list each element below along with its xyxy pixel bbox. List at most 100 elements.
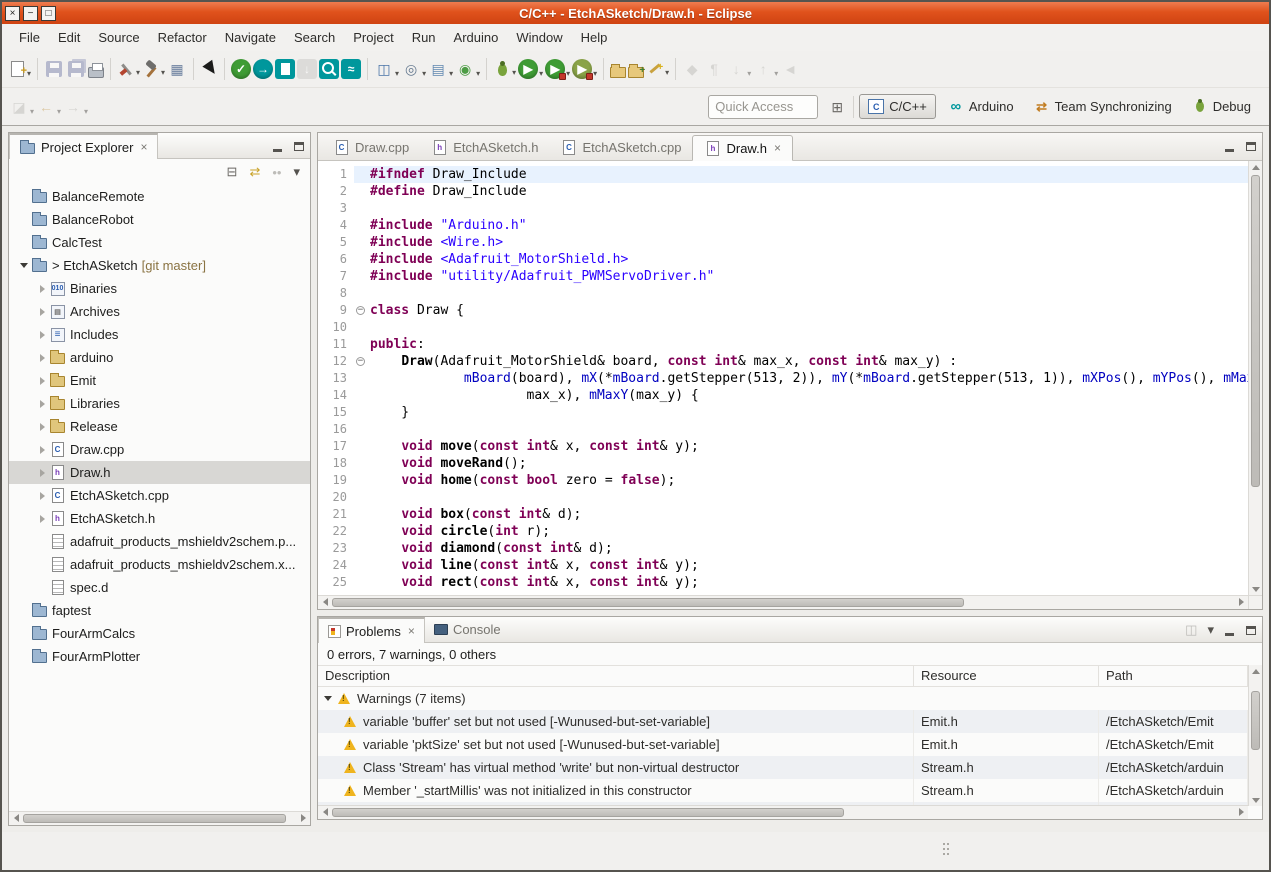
import-folder-button[interactable] bbox=[627, 59, 645, 80]
tree-item-emit[interactable]: Emit bbox=[9, 369, 310, 392]
editor-tab-etchasketch-cpp[interactable]: CEtchASketch.cpp bbox=[549, 134, 692, 160]
tree-item-binaries[interactable]: 010Binaries bbox=[9, 277, 310, 300]
code-line-15[interactable]: 15 } bbox=[318, 404, 1248, 421]
menu-source[interactable]: Source bbox=[89, 26, 148, 49]
editor-tab-draw-cpp[interactable]: CDraw.cpp bbox=[322, 134, 420, 160]
column-header-path[interactable]: Path bbox=[1099, 666, 1248, 686]
scroll-down-icon[interactable] bbox=[1249, 583, 1263, 595]
editor-vscrollbar[interactable] bbox=[1248, 161, 1262, 595]
scrollbar-thumb[interactable] bbox=[1251, 691, 1260, 750]
tree-item-adafruit-products-mshieldv2schem-p[interactable]: adafruit_products_mshieldv2schem.p... bbox=[9, 530, 310, 553]
build-settings-button[interactable]: ▾ bbox=[116, 58, 141, 80]
open-folder-button[interactable] bbox=[609, 59, 627, 80]
build-all-button[interactable]: ▦ bbox=[166, 57, 188, 81]
close-tab-icon[interactable]: × bbox=[774, 141, 781, 155]
code-line-8[interactable]: 8 bbox=[318, 285, 1248, 302]
scrollbar-thumb[interactable] bbox=[1251, 175, 1260, 487]
tree-item-release[interactable]: Release bbox=[9, 415, 310, 438]
code-line-2[interactable]: 2#define Draw_Include bbox=[318, 183, 1248, 200]
close-button[interactable]: × bbox=[5, 6, 20, 21]
code-line-5[interactable]: 5#include <Wire.h> bbox=[318, 234, 1248, 251]
focus-button[interactable]: •• bbox=[272, 165, 281, 180]
code-editor[interactable]: 1#ifndef Draw_Include2#define Draw_Inclu… bbox=[318, 161, 1248, 595]
tree-twisty-icon[interactable] bbox=[35, 446, 49, 454]
scroll-down-icon[interactable] bbox=[1249, 794, 1263, 806]
column-header-resource[interactable]: Resource bbox=[914, 666, 1099, 686]
print-button[interactable] bbox=[87, 59, 105, 80]
perspective-team-synchronizing[interactable]: ⇄Team Synchronizing bbox=[1026, 95, 1180, 118]
drag-handle[interactable] bbox=[943, 843, 953, 859]
maximize-button[interactable]: □ bbox=[41, 6, 56, 21]
warnings-group-row[interactable]: Warnings (7 items) bbox=[318, 687, 1248, 710]
code-line-19[interactable]: 19 void home(const bool zero = false); bbox=[318, 472, 1248, 489]
tree-twisty-icon[interactable] bbox=[35, 423, 49, 431]
menu-navigate[interactable]: Navigate bbox=[216, 26, 285, 49]
code-line-23[interactable]: 23 void diamond(const int& d); bbox=[318, 540, 1248, 557]
new-wizard-button[interactable]: ▾ bbox=[8, 57, 32, 81]
code-line-12[interactable]: 12− Draw(Adafruit_MotorShield& board, co… bbox=[318, 353, 1248, 370]
tree-item-faptest[interactable]: faptest bbox=[9, 599, 310, 622]
menu-search[interactable]: Search bbox=[285, 26, 344, 49]
tab-project-explorer[interactable]: Project Explorer × bbox=[9, 133, 158, 159]
external-tools-button[interactable]: ▶▾ bbox=[544, 57, 571, 81]
minimize-view-button[interactable] bbox=[270, 138, 284, 154]
collapse-all-button[interactable]: ⊟ bbox=[227, 164, 238, 180]
problem-row[interactable]: Member '_startMillis' was not initialize… bbox=[318, 779, 1248, 802]
serial-monitor-button[interactable] bbox=[318, 57, 340, 81]
scroll-left-icon[interactable] bbox=[318, 596, 332, 608]
group-expander-icon[interactable] bbox=[324, 696, 332, 701]
code-line-18[interactable]: 18 void moveRand(); bbox=[318, 455, 1248, 472]
problem-row[interactable]: Class 'Stream' has virtual method 'write… bbox=[318, 756, 1248, 779]
code-line-9[interactable]: 9−class Draw { bbox=[318, 302, 1248, 319]
menu-project[interactable]: Project bbox=[344, 26, 402, 49]
menu-run[interactable]: Run bbox=[403, 26, 445, 49]
tree-twisty-icon[interactable] bbox=[17, 263, 31, 268]
code-line-3[interactable]: 3 bbox=[318, 200, 1248, 217]
code-line-16[interactable]: 16 bbox=[318, 421, 1248, 438]
tree-twisty-icon[interactable] bbox=[35, 515, 49, 523]
arduino-new-sketch-button[interactable] bbox=[274, 57, 296, 81]
code-line-25[interactable]: 25 void rect(const int& x, const int& y)… bbox=[318, 574, 1248, 591]
scroll-left-icon[interactable] bbox=[9, 812, 23, 824]
group-by-button[interactable]: ◫ bbox=[1185, 622, 1197, 638]
new-cpp-class-button[interactable]: ◫▾ bbox=[373, 57, 400, 81]
fold-collapse-icon[interactable]: − bbox=[356, 357, 365, 366]
tree-twisty-icon[interactable] bbox=[35, 331, 49, 339]
view-menu-button[interactable]: ▾ bbox=[1207, 622, 1214, 638]
menu-file[interactable]: File bbox=[10, 26, 49, 49]
tree-twisty-icon[interactable] bbox=[35, 377, 49, 385]
code-line-10[interactable]: 10 bbox=[318, 319, 1248, 336]
new-class-wizard-button[interactable]: ◉▾ bbox=[454, 57, 481, 81]
open-perspective-button[interactable]: ⊞ bbox=[826, 95, 848, 119]
tab-problems[interactable]: Problems× bbox=[318, 617, 425, 643]
tree-item-etchasketch-cpp[interactable]: CEtchASketch.cpp bbox=[9, 484, 310, 507]
close-view-icon[interactable]: × bbox=[140, 140, 147, 154]
problems-hscrollbar[interactable] bbox=[318, 805, 1248, 819]
perspective-c-c[interactable]: CC/C++ bbox=[859, 94, 936, 119]
tab-console[interactable]: Console bbox=[425, 617, 510, 642]
close-view-icon[interactable]: × bbox=[408, 624, 415, 638]
code-line-24[interactable]: 24 void line(const int& x, const int& y)… bbox=[318, 557, 1248, 574]
pointer-button[interactable] bbox=[199, 58, 219, 80]
tree-item-adafruit-products-mshieldv2schem-x[interactable]: adafruit_products_mshieldv2schem.x... bbox=[9, 553, 310, 576]
code-line-14[interactable]: 14 max_x), mMaxY(max_y) { bbox=[318, 387, 1248, 404]
scroll-right-icon[interactable] bbox=[1234, 596, 1248, 608]
tree-item-archives[interactable]: ▤Archives bbox=[9, 300, 310, 323]
tree-item-draw-cpp[interactable]: CDraw.cpp bbox=[9, 438, 310, 461]
tree-item-balancerobot[interactable]: BalanceRobot bbox=[9, 208, 310, 231]
scrollbar-thumb[interactable] bbox=[332, 808, 844, 817]
editor-tab-etchasketch-h[interactable]: hEtchASketch.h bbox=[420, 134, 549, 160]
scrollbar-thumb[interactable] bbox=[23, 814, 286, 823]
tree-item-spec-d[interactable]: spec.d bbox=[9, 576, 310, 599]
build-button[interactable]: ▾ bbox=[141, 58, 166, 80]
perspective-debug[interactable]: Debug bbox=[1184, 95, 1259, 118]
menu-refactor[interactable]: Refactor bbox=[149, 26, 216, 49]
code-line-21[interactable]: 21 void box(const int& d); bbox=[318, 506, 1248, 523]
code-line-13[interactable]: 13 mBoard(board), mX(*mBoard.getStepper(… bbox=[318, 370, 1248, 387]
menu-help[interactable]: Help bbox=[572, 26, 617, 49]
menu-arduino[interactable]: Arduino bbox=[445, 26, 508, 49]
editor-hscr ollbar[interactable] bbox=[318, 595, 1248, 609]
profile-button[interactable]: ▶▾ bbox=[571, 57, 598, 81]
tree-item-arduino[interactable]: arduino bbox=[9, 346, 310, 369]
problems-vscrollbar[interactable] bbox=[1248, 665, 1262, 806]
